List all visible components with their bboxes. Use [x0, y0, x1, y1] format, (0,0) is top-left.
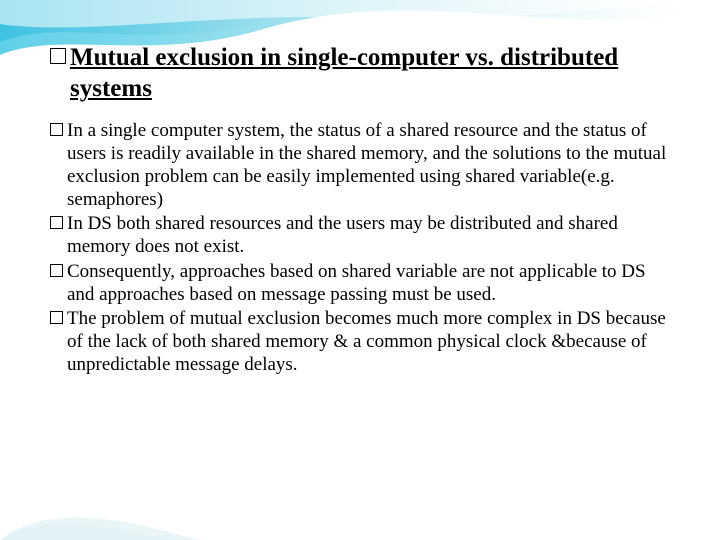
square-bullet-icon — [50, 48, 66, 64]
slide-title: Mutual exclusion in single-computer vs. … — [70, 42, 670, 105]
square-bullet-icon — [50, 311, 63, 324]
list-item: Consequently, approaches based on shared… — [50, 260, 670, 306]
bullet-list: In a single computer system, the status … — [50, 119, 670, 377]
bottom-swoosh-decoration — [0, 480, 200, 540]
list-item: In a single computer system, the status … — [50, 119, 670, 212]
list-item-text: The problem of mutual exclusion becomes … — [67, 307, 670, 377]
list-item-text: Consequently, approaches based on shared… — [67, 260, 670, 306]
list-item-text: In DS both shared resources and the user… — [67, 212, 670, 258]
list-item: In DS both shared resources and the user… — [50, 212, 670, 258]
slide-content: Mutual exclusion in single-computer vs. … — [50, 42, 670, 377]
square-bullet-icon — [50, 264, 63, 277]
title-row: Mutual exclusion in single-computer vs. … — [50, 42, 670, 105]
list-item: The problem of mutual exclusion becomes … — [50, 307, 670, 377]
square-bullet-icon — [50, 123, 63, 136]
square-bullet-icon — [50, 216, 63, 229]
list-item-text: In a single computer system, the status … — [67, 119, 670, 212]
